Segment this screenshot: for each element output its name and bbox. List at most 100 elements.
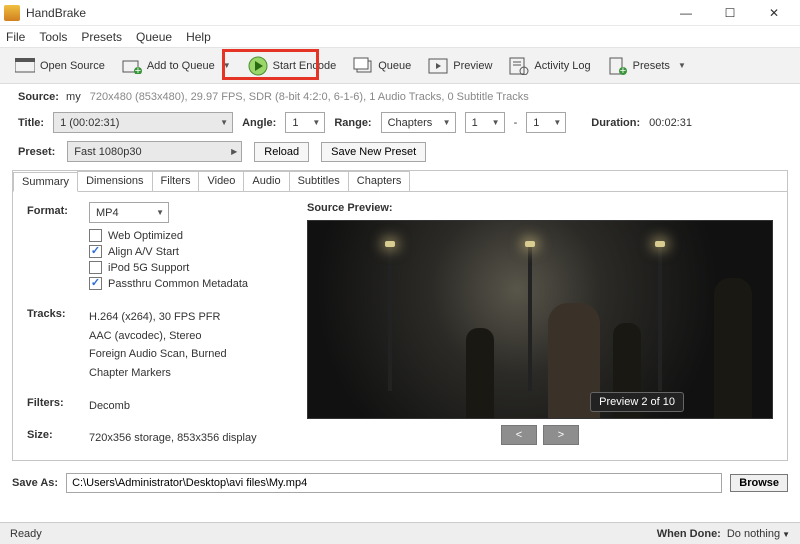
- reload-button[interactable]: Reload: [254, 142, 309, 162]
- tab-dimensions[interactable]: Dimensions: [77, 171, 152, 191]
- range-label: Range:: [334, 117, 371, 129]
- preset-label: Preset:: [18, 146, 55, 158]
- preset-row: Preset: Fast 1080p30 ▶ Reload Save New Pr…: [0, 141, 800, 170]
- range-from-select[interactable]: 1▼: [465, 112, 505, 133]
- presets-icon: +: [608, 57, 628, 75]
- when-done-label: When Done:: [657, 528, 721, 540]
- passthru-checkbox[interactable]: [89, 277, 102, 290]
- preview-lamp: [658, 241, 662, 391]
- close-button[interactable]: ✕: [752, 1, 796, 25]
- duration-value: 00:02:31: [649, 117, 692, 129]
- preview-next-button[interactable]: >: [543, 425, 579, 445]
- preview-silhouette: [714, 278, 752, 418]
- source-row: Source: my 720x480 (853x480), 29.97 FPS,…: [0, 84, 800, 112]
- open-source-icon: [15, 57, 35, 75]
- duration-label: Duration:: [591, 117, 640, 129]
- filters-label: Filters:: [27, 397, 89, 416]
- tab-audio[interactable]: Audio: [243, 171, 289, 191]
- preview-prev-button[interactable]: <: [501, 425, 537, 445]
- range-from: 1: [472, 117, 478, 129]
- menu-help[interactable]: Help: [186, 30, 211, 44]
- align-av-label: Align A/V Start: [108, 246, 179, 258]
- angle-label: Angle:: [242, 117, 276, 129]
- web-opt-checkbox[interactable]: [89, 229, 102, 242]
- save-preset-button[interactable]: Save New Preset: [321, 142, 426, 162]
- ipod-checkbox[interactable]: [89, 261, 102, 274]
- start-encode-button[interactable]: Start Encode: [241, 53, 344, 79]
- range-to-select[interactable]: 1▼: [526, 112, 566, 133]
- preview-label: Source Preview:: [307, 202, 773, 214]
- tab-content: Format: MP4▼ Web Optimized Align A/V Sta…: [13, 192, 787, 460]
- range-to: 1: [533, 117, 539, 129]
- maximize-button[interactable]: ☐: [708, 1, 752, 25]
- saveas-row: Save As: Browse: [0, 469, 800, 499]
- source-label: Source:: [18, 91, 59, 103]
- tab-video[interactable]: Video: [198, 171, 244, 191]
- preview-button[interactable]: Preview: [421, 53, 499, 79]
- tab-headers: Summary Dimensions Filters Video Audio S…: [13, 171, 787, 192]
- activity-log-button[interactable]: Activity Log: [502, 53, 597, 79]
- menu-queue[interactable]: Queue: [136, 30, 172, 44]
- filters-value: Decomb: [89, 397, 130, 416]
- status-ready: Ready: [10, 528, 42, 540]
- source-preview: Preview 2 of 10: [307, 220, 773, 419]
- play-icon: [248, 57, 268, 75]
- tab-filters[interactable]: Filters: [152, 171, 200, 191]
- title-value: 1 (00:02:31): [60, 117, 119, 129]
- preview-badge: Preview 2 of 10: [590, 392, 684, 412]
- when-done-value[interactable]: Do nothing▼: [727, 528, 790, 540]
- minimize-button[interactable]: —: [664, 1, 708, 25]
- preset-value: Fast 1080p30: [74, 146, 141, 158]
- preview-lamp: [388, 241, 392, 391]
- add-queue-label: Add to Queue: [147, 60, 215, 72]
- chevron-down-icon: ▼: [678, 61, 686, 70]
- add-queue-icon: +: [122, 57, 142, 75]
- menu-presets[interactable]: Presets: [81, 30, 122, 44]
- range-value: Chapters: [388, 117, 433, 129]
- chevron-right-icon: ▶: [231, 147, 237, 156]
- track-3: Chapter Markers: [89, 364, 227, 383]
- preview-nav: < >: [307, 425, 773, 445]
- format-label: Format:: [27, 202, 89, 223]
- menu-file[interactable]: File: [6, 30, 25, 44]
- preview-label: Preview: [453, 60, 492, 72]
- open-source-label: Open Source: [40, 60, 105, 72]
- range-select[interactable]: Chapters▼: [381, 112, 456, 133]
- window-title: HandBrake: [26, 6, 664, 20]
- menu-tools[interactable]: Tools: [39, 30, 67, 44]
- preview-silhouette: [466, 328, 494, 418]
- align-av-checkbox[interactable]: [89, 245, 102, 258]
- queue-button[interactable]: Queue: [346, 53, 418, 79]
- svg-text:+: +: [135, 65, 141, 74]
- ipod-label: iPod 5G Support: [108, 262, 189, 274]
- presets-button[interactable]: + Presets ▼: [601, 53, 693, 79]
- angle-select[interactable]: 1▼: [285, 112, 325, 133]
- size-value: 720x356 storage, 853x356 display: [89, 429, 257, 448]
- queue-label: Queue: [378, 60, 411, 72]
- menubar: File Tools Presets Queue Help: [0, 26, 800, 48]
- preset-select[interactable]: Fast 1080p30 ▶: [67, 141, 242, 162]
- web-opt-label: Web Optimized: [108, 230, 183, 242]
- chevron-down-icon: ▼: [312, 118, 320, 127]
- summary-right: Source Preview: Preview 2 of 10 < >: [307, 202, 773, 448]
- chevron-down-icon: ▼: [156, 208, 164, 217]
- presets-label: Presets: [633, 60, 670, 72]
- saveas-label: Save As:: [12, 477, 58, 489]
- browse-button[interactable]: Browse: [730, 474, 788, 492]
- chevron-down-icon: ▼: [220, 118, 228, 127]
- format-select[interactable]: MP4▼: [89, 202, 169, 223]
- add-queue-button[interactable]: + Add to Queue ▼: [115, 53, 238, 79]
- chevron-down-icon: ▼: [223, 61, 231, 70]
- title-select[interactable]: 1 (00:02:31) ▼: [53, 112, 233, 133]
- saveas-input[interactable]: [66, 473, 722, 493]
- track-2: Foreign Audio Scan, Burned: [89, 345, 227, 364]
- tab-chapters[interactable]: Chapters: [348, 171, 411, 191]
- angle-value: 1: [292, 117, 298, 129]
- open-source-button[interactable]: Open Source: [8, 53, 112, 79]
- toolbar: Open Source + Add to Queue ▼ Start Encod…: [0, 48, 800, 84]
- tab-summary[interactable]: Summary: [13, 172, 78, 192]
- log-icon: [509, 57, 529, 75]
- app-icon: [4, 5, 20, 21]
- title-row: Title: 1 (00:02:31)▼ Angle: 1▼ Range: Ch…: [0, 112, 800, 141]
- tab-subtitles[interactable]: Subtitles: [289, 171, 349, 191]
